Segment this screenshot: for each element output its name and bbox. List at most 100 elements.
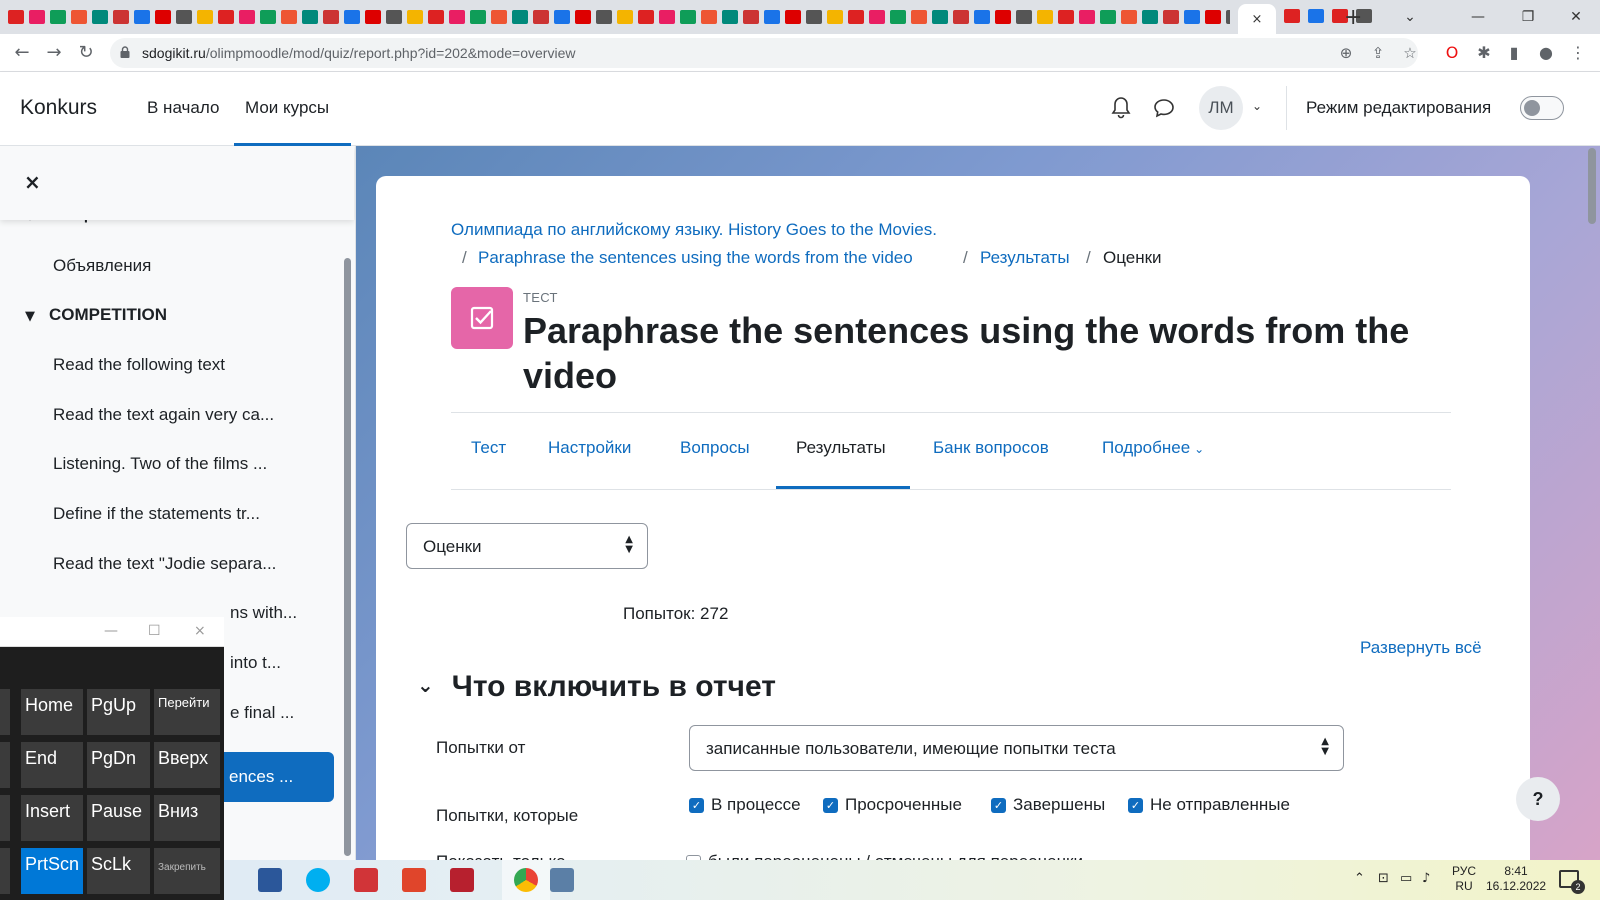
tab-search-icon[interactable]: ⌄ [1388, 0, 1432, 34]
breadcrumb-course-link[interactable]: Олимпиада по английскому языку. History … [451, 220, 937, 240]
close-drawer-icon[interactable]: × [24, 170, 41, 194]
checkbox-checked-icon[interactable]: ✓ [991, 797, 1006, 813]
tab-favicon-icon[interactable] [554, 10, 570, 24]
osk-key-prtscn[interactable]: PrtScn [21, 848, 83, 894]
checkbox-checked-icon[interactable]: ✓ [689, 797, 704, 813]
tab-favicon-icon[interactable] [302, 10, 318, 24]
drawer-item[interactable]: Read the text again very ca... [53, 405, 274, 425]
checkbox-finished[interactable]: ✓ Завершены [991, 795, 1105, 815]
back-icon[interactable]: ← [10, 41, 34, 65]
tab-favicon-icon[interactable] [92, 10, 108, 24]
extensions-puzzle-icon[interactable]: ✱ [1474, 43, 1494, 63]
osk-key-up[interactable]: Вверх [154, 742, 220, 788]
osk-key-goto[interactable]: Перейти [154, 689, 220, 735]
tab-favicon-icon[interactable] [71, 10, 87, 24]
nav-my-courses-link[interactable]: Мои курсы [245, 98, 329, 118]
tab-favicon-icon[interactable] [974, 10, 990, 24]
reader-icon[interactable] [354, 868, 378, 892]
chevron-down-icon[interactable]: ▼ [25, 309, 35, 324]
osk-key-sclk[interactable]: ScLk [87, 848, 150, 894]
tab-favicons[interactable] [0, 0, 1230, 34]
tab-favicon-icon[interactable] [428, 10, 444, 24]
input-language[interactable]: РУС RU [1452, 864, 1476, 894]
osk-minimize-icon[interactable]: — [104, 623, 118, 639]
restore-window-icon[interactable]: ❐ [1506, 0, 1550, 34]
tab-favicon-icon[interactable] [1226, 10, 1230, 24]
edit-mode-toggle[interactable] [1520, 96, 1564, 120]
tab-favicon-icon[interactable] [911, 10, 927, 24]
osk-key-pgdn[interactable]: PgDn [87, 742, 150, 788]
zoom-icon[interactable]: ⊕ [1336, 43, 1356, 63]
tray-network-icon[interactable]: ⊡ [1378, 871, 1389, 886]
tab-favicon-icon[interactable] [1184, 10, 1200, 24]
tab-favicon-icon[interactable] [953, 10, 969, 24]
forward-icon[interactable]: → [42, 41, 66, 65]
bell-icon[interactable] [1110, 96, 1132, 120]
tab-favicon-icon[interactable] [239, 10, 255, 24]
osk-close-icon[interactable]: × [194, 623, 206, 639]
osk-key-insert[interactable]: Insert [21, 795, 83, 841]
tab-favicon-icon[interactable] [533, 10, 549, 24]
tab-favicon-icon[interactable] [323, 10, 339, 24]
tab-favicon-icon[interactable] [869, 10, 885, 24]
checkbox-not-submitted[interactable]: ✓ Не отправленные [1128, 795, 1290, 815]
tab-favicon-icon[interactable] [743, 10, 759, 24]
tab-favicon-icon[interactable] [113, 10, 129, 24]
drawer-item[interactable]: Read the following text [53, 355, 225, 375]
book-icon[interactable] [450, 868, 474, 892]
tab-favicon-icon[interactable] [50, 10, 66, 24]
section-header[interactable]: ⌄ Что включить в отчет [417, 670, 776, 704]
tab-favicon-icon[interactable] [1100, 10, 1116, 24]
tab-favicon-icon[interactable] [995, 10, 1011, 24]
side-panel-icon[interactable]: ▮ [1504, 43, 1524, 63]
attempts-from-select[interactable]: записанные пользователи, имеющие попытки… [689, 725, 1344, 771]
osk-key-partial[interactable] [0, 689, 10, 735]
checkbox-overdue[interactable]: ✓ Просроченные [823, 795, 962, 815]
osk-key-partial[interactable] [0, 848, 10, 894]
tab-favicon-icon[interactable] [449, 10, 465, 24]
drawer-item[interactable]: ns with... [230, 603, 297, 623]
tab-favicon-icon[interactable] [1205, 10, 1221, 24]
osk-key-down[interactable]: Вниз [154, 795, 220, 841]
tab-favicon-icon[interactable] [806, 10, 822, 24]
skype-icon[interactable] [306, 868, 330, 892]
tab-favicon-icon[interactable] [176, 10, 192, 24]
osk-key-home[interactable]: Home [21, 689, 83, 735]
tab-favicon-icon[interactable] [827, 10, 843, 24]
osk-key-end[interactable]: End [21, 742, 83, 788]
tab-favicon-icon[interactable] [281, 10, 297, 24]
drawer-item[interactable]: Read the text "Jodie separa... [53, 554, 276, 574]
drawer-item[interactable]: Listening. Two of the films ... [53, 454, 267, 474]
tab-more[interactable]: Подробнее ⌄ [1102, 438, 1204, 458]
tab-favicon-icon[interactable] [344, 10, 360, 24]
chevron-down-icon[interactable]: ⌄ [417, 673, 434, 697]
tab-favicon-icon[interactable] [596, 10, 612, 24]
tab-favicon-icon[interactable] [1037, 10, 1053, 24]
tab-favicon-icon[interactable] [512, 10, 528, 24]
tab-results[interactable]: Результаты [796, 438, 886, 458]
share-icon[interactable]: ⇪ [1368, 43, 1388, 63]
messages-icon[interactable] [1152, 96, 1176, 120]
tab-favicon-icon[interactable] [638, 10, 654, 24]
tab-quiz[interactable]: Тест [471, 438, 506, 458]
word-icon[interactable] [258, 868, 282, 892]
new-tab-button[interactable]: + [1344, 5, 1362, 30]
drawer-scrollbar[interactable] [344, 258, 351, 856]
tray-chevron-icon[interactable]: ⌃ [1354, 871, 1365, 886]
osk-key-pgup[interactable]: PgUp [87, 689, 150, 735]
tab-close-icon[interactable]: × [1252, 12, 1263, 27]
tab-favicon-icon[interactable] [1142, 10, 1158, 24]
tray-battery-icon[interactable]: ▭ [1400, 871, 1412, 886]
checkbox-checked-icon[interactable]: ✓ [823, 797, 838, 813]
notification-icon[interactable]: 2 [1559, 870, 1585, 894]
tab-favicon-icon[interactable] [890, 10, 906, 24]
tab-favicon-icon[interactable] [155, 10, 171, 24]
tab-favicon-icon[interactable] [1163, 10, 1179, 24]
tab-favicon-icon[interactable] [29, 10, 45, 24]
active-tab[interactable]: × [1238, 4, 1276, 34]
report-type-select[interactable]: Оценки ▲ ▼ [406, 523, 648, 569]
tab-favicon-icon[interactable] [407, 10, 423, 24]
expand-all-link[interactable]: Развернуть всё [1360, 638, 1482, 658]
chrome-icon[interactable] [514, 868, 538, 892]
tab-favicon-icon[interactable] [470, 10, 486, 24]
